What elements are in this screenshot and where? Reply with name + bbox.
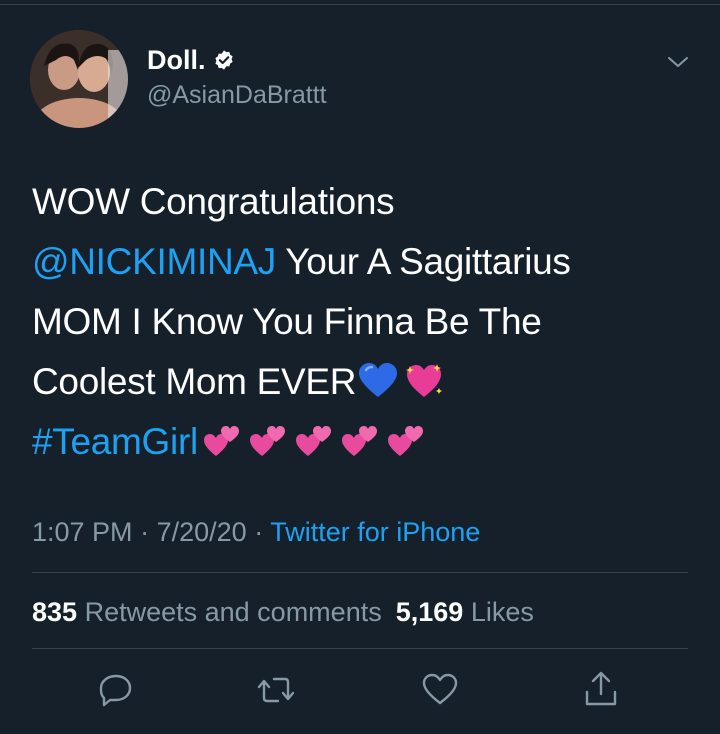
two-hearts-icon bbox=[340, 422, 380, 460]
like-icon[interactable] bbox=[420, 670, 460, 710]
user-handle[interactable]: @AsianDaBrattt bbox=[147, 78, 327, 112]
likes-stat[interactable]: 5,169 Likes bbox=[396, 597, 534, 627]
sparkling-heart-icon bbox=[404, 362, 444, 400]
action-bar bbox=[0, 670, 720, 714]
avatar[interactable] bbox=[30, 30, 128, 128]
likes-count: 5,169 bbox=[395, 597, 464, 627]
tweet-stats: 835 Retweets and comments 5,169 Likes bbox=[32, 592, 534, 632]
avatar-photo bbox=[30, 30, 128, 128]
retweet-icon[interactable] bbox=[256, 670, 296, 710]
two-hearts-icon bbox=[294, 422, 334, 460]
divider bbox=[32, 572, 688, 573]
two-hearts-icon bbox=[386, 422, 426, 460]
meta-separator: · bbox=[140, 517, 150, 547]
tweet-time[interactable]: 1:07 PM bbox=[32, 517, 133, 547]
hashtag-link[interactable]: #TeamGirl bbox=[32, 421, 198, 462]
tweet-line-4: Coolest Mom EVER bbox=[32, 352, 692, 412]
two-hearts-icon bbox=[202, 422, 242, 460]
tweet-line-5: #TeamGirl bbox=[32, 412, 692, 472]
share-icon[interactable] bbox=[581, 670, 621, 710]
tweet-line-2-text: Your A Sagittarius bbox=[275, 241, 571, 282]
tweet-text: WOW Congratulations @NICKIMINAJ Your A S… bbox=[32, 172, 692, 472]
top-divider bbox=[0, 4, 720, 5]
tweet-line-3: MOM I Know You Finna Be The bbox=[32, 301, 542, 342]
tweet-source-app[interactable]: Twitter for iPhone bbox=[270, 517, 480, 547]
retweets-label: Retweets and comments bbox=[84, 597, 382, 627]
tweet-meta: 1:07 PM · 7/20/20 · Twitter for iPhone bbox=[32, 512, 480, 552]
retweets-count: 835 bbox=[32, 597, 78, 627]
display-name[interactable]: Doll. bbox=[147, 44, 206, 76]
meta-separator: · bbox=[254, 517, 264, 547]
tweet-date[interactable]: 7/20/20 bbox=[157, 517, 247, 547]
verified-badge-icon bbox=[213, 49, 235, 71]
two-hearts-icon bbox=[248, 422, 288, 460]
chevron-down-icon[interactable] bbox=[666, 50, 690, 74]
mention-link[interactable]: @NICKIMINAJ bbox=[32, 241, 276, 282]
tweet-line-1: WOW Congratulations bbox=[32, 181, 395, 222]
divider bbox=[32, 648, 688, 649]
likes-label: Likes bbox=[470, 597, 534, 627]
tweet-header: Doll. @AsianDaBrattt bbox=[30, 30, 690, 130]
reply-icon[interactable] bbox=[96, 670, 136, 710]
tweet-line-2: @NICKIMINAJ Your A Sagittarius bbox=[32, 232, 692, 292]
retweets-stat[interactable]: 835 Retweets and comments bbox=[32, 597, 382, 627]
tweet-line-4-text: Coolest Mom EVER bbox=[32, 361, 357, 402]
blue-heart-icon bbox=[358, 362, 398, 400]
user-names: Doll. @AsianDaBrattt bbox=[147, 44, 327, 112]
